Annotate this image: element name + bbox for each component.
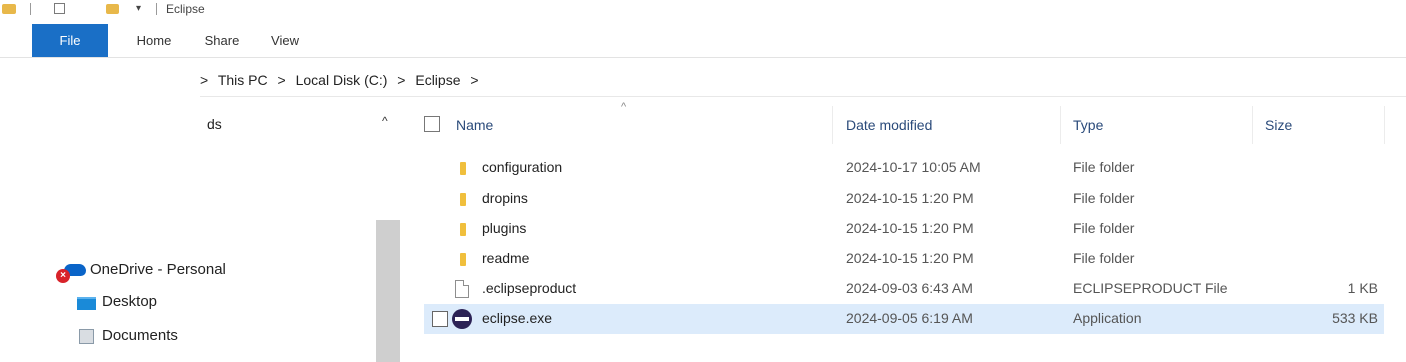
toolbar-divider <box>30 3 31 15</box>
file-row-eclipse-exe[interactable]: eclipse.exe 2024-09-05 6:19 AM Applicati… <box>424 304 1384 334</box>
file-icon <box>455 280 469 298</box>
tab-share[interactable]: Share <box>192 24 252 58</box>
column-divider[interactable] <box>1060 106 1061 144</box>
breadcrumb-eclipse[interactable]: Eclipse <box>415 72 460 88</box>
file-row-eclipseproduct[interactable]: .eclipseproduct 2024-09-03 6:43 AM ECLIP… <box>424 274 1384 304</box>
file-type: File folder <box>1073 159 1135 175</box>
file-type: File folder <box>1073 220 1135 236</box>
nav-item-label: Documents <box>102 327 178 344</box>
customize-toolbar-chevron-icon[interactable]: ▾ <box>136 3 141 14</box>
column-divider[interactable] <box>1384 106 1385 144</box>
file-date: 2024-10-17 10:05 AM <box>846 159 981 175</box>
column-divider[interactable] <box>1252 106 1253 144</box>
nav-item-documents[interactable]: Documents <box>0 323 300 345</box>
column-divider[interactable] <box>832 106 833 144</box>
breadcrumb-separator[interactable]: > <box>397 72 405 88</box>
row-checkbox[interactable] <box>432 311 448 327</box>
file-name: readme <box>482 250 530 266</box>
nav-item-label: OneDrive - Personal <box>90 261 226 278</box>
tab-home[interactable]: Home <box>118 24 190 58</box>
tab-view[interactable]: View <box>256 24 314 58</box>
file-size: 533 KB <box>1332 310 1378 326</box>
file-date: 2024-09-05 6:19 AM <box>846 310 973 326</box>
file-type: ECLIPSEPRODUCT File <box>1073 280 1228 296</box>
file-size: 1 KB <box>1347 280 1378 296</box>
file-name: plugins <box>482 220 527 236</box>
sort-ascending-icon: ^ <box>621 101 627 113</box>
folder-icon <box>460 253 466 266</box>
file-type: File folder <box>1073 190 1135 206</box>
properties-icon[interactable] <box>54 3 65 14</box>
file-name: configuration <box>482 159 563 175</box>
column-header-name[interactable]: Name <box>456 117 493 133</box>
file-date: 2024-10-15 1:20 PM <box>846 220 974 236</box>
select-all-checkbox[interactable] <box>424 116 440 132</box>
folder-icon <box>460 162 466 175</box>
file-name: dropins <box>482 190 528 206</box>
breadcrumb[interactable]: > This PC > Local Disk (C:) > Eclipse > <box>200 66 485 94</box>
file-type: Application <box>1073 310 1142 326</box>
folder-icon <box>460 223 466 236</box>
breadcrumb-separator[interactable]: > <box>278 72 286 88</box>
desktop-icon <box>77 297 96 310</box>
ribbon-tabs: File Home Share View <box>0 24 1406 58</box>
breadcrumb-local-disk[interactable]: Local Disk (C:) <box>296 72 388 88</box>
file-row-plugins[interactable]: plugins 2024-10-15 1:20 PM File folder <box>424 214 1384 244</box>
nav-item-label: Desktop <box>102 293 158 310</box>
breadcrumb-this-pc[interactable]: This PC <box>218 72 268 88</box>
window-title: Eclipse <box>166 2 205 16</box>
file-date: 2024-09-03 6:43 AM <box>846 280 973 296</box>
folder-icon <box>460 193 466 206</box>
address-divider <box>200 96 1406 97</box>
column-header-date[interactable]: Date modified <box>846 117 932 133</box>
column-header-size[interactable]: Size <box>1265 117 1292 133</box>
eclipse-app-icon <box>452 309 472 329</box>
file-row-dropins[interactable]: dropins 2024-10-15 1:20 PM File folder <box>424 184 1384 214</box>
nav-item-onedrive[interactable]: × OneDrive - Personal <box>54 257 354 283</box>
nav-scrollbar[interactable] <box>376 220 400 362</box>
scroll-up-icon[interactable]: ^ <box>382 114 388 128</box>
documents-icon <box>79 329 94 344</box>
quick-access-toolbar: ▾ Eclipse <box>0 0 1406 22</box>
breadcrumb-separator[interactable]: > <box>470 72 478 88</box>
file-name: eclipse.exe <box>482 310 553 326</box>
sync-error-icon: × <box>56 269 70 283</box>
ribbon-divider <box>0 57 1406 58</box>
file-row-configuration[interactable]: configuration 2024-10-17 10:05 AM File f… <box>424 153 1384 183</box>
file-row-readme[interactable]: readme 2024-10-15 1:20 PM File folder <box>424 244 1384 274</box>
nav-item-desktop[interactable]: Desktop <box>0 289 300 315</box>
toolbar-divider <box>156 3 157 15</box>
new-folder-icon[interactable] <box>106 4 119 14</box>
file-date: 2024-10-15 1:20 PM <box>846 250 974 266</box>
file-name: .eclipseproduct <box>482 280 577 296</box>
tab-file[interactable]: File <box>32 24 108 58</box>
nav-item-downloads[interactable]: ds <box>207 116 222 132</box>
breadcrumb-separator[interactable]: > <box>200 72 208 88</box>
column-header-type[interactable]: Type <box>1073 117 1103 133</box>
file-type: File folder <box>1073 250 1135 266</box>
file-date: 2024-10-15 1:20 PM <box>846 190 974 206</box>
folder-icon[interactable] <box>2 4 16 14</box>
